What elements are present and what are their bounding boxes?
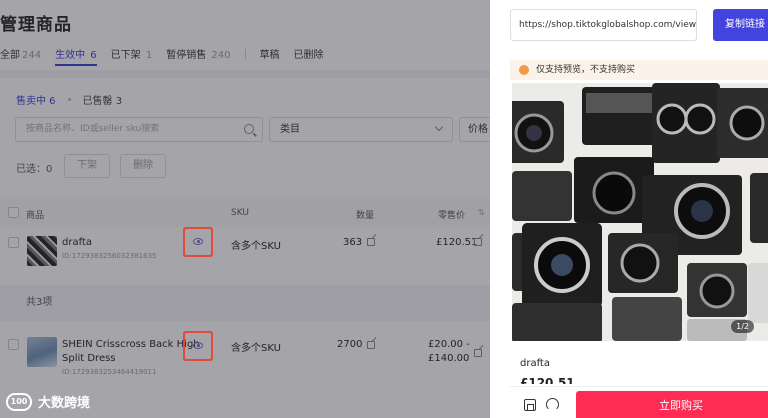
product-thumbnail (27, 337, 57, 367)
tab-paused[interactable]: 暂停销售 240 (166, 46, 230, 61)
preview-product-price: £120.51 (520, 376, 575, 384)
watermark: 100 大数跨境 (6, 392, 90, 411)
image-counter: 1/2 (731, 320, 754, 333)
warning-icon (519, 65, 529, 75)
row-checkbox[interactable] (8, 339, 19, 350)
row-checkbox[interactable] (8, 237, 19, 248)
product-price: £120.51 (436, 237, 478, 248)
price-select[interactable]: 价格 (459, 117, 490, 142)
chevron-down-icon (434, 122, 444, 132)
preview-product-title: drafta (520, 358, 550, 369)
preview-bottom-bar: 立即购买 (510, 386, 768, 418)
delist-button[interactable]: 下架 (64, 154, 110, 178)
tab-active[interactable]: 生效中 6 (55, 46, 97, 66)
product-price: £20.00 - (428, 339, 470, 350)
table-row: drafta ID:1729383256032381635 含多个SKU 363… (0, 227, 490, 285)
product-name-line1[interactable]: SHEIN Crisscross Back High (62, 339, 200, 350)
preview-only-notice: 仅支持预览，不支持购买 (510, 60, 768, 80)
edit-quantity-icon[interactable] (367, 238, 375, 246)
product-price-max: £140.00 (428, 353, 470, 364)
store-icon[interactable] (524, 399, 536, 411)
tab-count: 240 (211, 50, 231, 61)
header-retail-price: 零售价 (438, 211, 466, 221)
product-quantity: 2700 (337, 339, 363, 350)
category-select[interactable]: 类目 (269, 117, 453, 142)
copy-link-button[interactable]: 复制链接 (713, 9, 768, 41)
product-quantity: 363 (343, 237, 363, 248)
tab-drafts[interactable]: 草稿 (260, 46, 280, 61)
notice-text: 仅支持预览，不支持购买 (536, 65, 636, 75)
product-id: ID:1729383253464419011 (62, 368, 157, 376)
preview-url-input[interactable]: https://shop.tiktokglobalshop.com/view/p (510, 9, 697, 41)
edit-quantity-icon[interactable] (367, 341, 375, 349)
highlight-box-row1 (183, 227, 213, 257)
edit-price-icon[interactable] (474, 349, 482, 357)
category-select-label: 类目 (280, 124, 300, 135)
cameras-photo (512, 83, 768, 341)
tab-label: 暂停销售 (166, 50, 207, 61)
tab-label: 已删除 (293, 50, 324, 61)
buy-now-button[interactable]: 立即购买 (576, 391, 768, 418)
tab-delisted[interactable]: 已下架 1 (111, 46, 153, 61)
table-header: 商品 SKU 数量 零售价 ⇅ (0, 199, 490, 227)
product-name-line2[interactable]: Split Dress (62, 353, 116, 364)
product-sku: 含多个SKU (231, 343, 281, 354)
subtab-sold-out[interactable]: 已售罄 3 (83, 92, 123, 107)
tab-count: 1 (145, 50, 153, 61)
table-row: SHEIN Crisscross Back High Split Dress I… (0, 331, 490, 391)
total-count: 共3项 (0, 285, 490, 321)
tab-count: 6 (90, 50, 97, 61)
sort-icon[interactable]: ⇅ (478, 208, 485, 217)
status-tabs: 全部 244 生效中 6 已下架 1 暂停销售 240 草稿 已删除 (0, 46, 338, 66)
select-all-checkbox[interactable] (8, 207, 19, 218)
header-product: 商品 (26, 211, 45, 221)
tab-label: 草稿 (259, 50, 280, 61)
search-icon[interactable] (244, 124, 254, 134)
product-image[interactable]: 1/2 (512, 83, 768, 341)
tab-separator (244, 48, 246, 59)
highlight-box-row2 (183, 331, 213, 361)
preview-panel: https://shop.tiktokglobalshop.com/view/p… (490, 0, 768, 418)
product-id: ID:1729383256032381635 (62, 252, 157, 260)
tab-label: 全部 (0, 50, 20, 61)
section-divider (0, 70, 490, 78)
product-thumbnail (27, 236, 57, 266)
tab-label: 已下架 (110, 50, 141, 61)
tab-label: 生效中 (55, 50, 86, 61)
sub-tabs: 售卖中 6 已售罄 3 (16, 92, 134, 107)
tab-count: 244 (22, 50, 42, 61)
tab-all[interactable]: 全部 244 (0, 46, 41, 61)
edit-price-icon[interactable] (474, 238, 482, 246)
search-placeholder: 按商品名称、ID或seller sku搜索 (26, 124, 160, 134)
tab-deleted[interactable]: 已删除 (294, 46, 324, 61)
subtab-dot (67, 98, 71, 101)
page-title: 管理商品 (0, 15, 72, 35)
subtab-on-sale[interactable]: 售卖中 6 (16, 92, 56, 107)
product-sku: 含多个SKU (231, 241, 281, 252)
product-management-page: 管理商品 全部 244 生效中 6 已下架 1 暂停销售 240 草稿 已删除 售… (0, 0, 490, 418)
price-select-label: 价格 (468, 124, 488, 135)
selected-count: 已选：0 (16, 164, 53, 175)
watermark-logo: 100 (6, 392, 32, 411)
search-input[interactable]: 按商品名称、ID或seller sku搜索 (15, 117, 263, 142)
header-quantity: 数量 (356, 211, 375, 221)
product-name[interactable]: drafta (62, 237, 92, 248)
headset-icon[interactable] (546, 398, 559, 411)
delete-button[interactable]: 删除 (120, 154, 166, 178)
watermark-text: 大数跨境 (38, 396, 91, 411)
header-sku: SKU (231, 208, 249, 218)
